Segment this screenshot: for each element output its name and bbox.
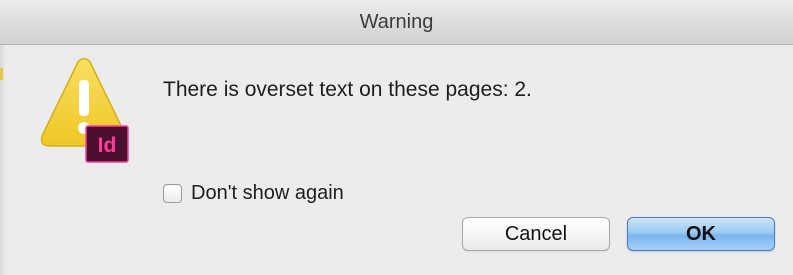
warning-triangle-icon: Id xyxy=(40,57,129,163)
warning-message: There is overset text on these pages: 2. xyxy=(163,78,532,101)
dont-show-again-row[interactable]: Don't show again xyxy=(163,181,344,205)
window-title: Warning xyxy=(359,11,434,33)
background-edge-mark xyxy=(0,68,3,80)
badge-text: Id xyxy=(98,134,117,157)
title-bar[interactable]: Warning xyxy=(0,0,793,45)
warning-dialog: Warning Id There is overset text on thes… xyxy=(0,0,793,275)
dont-show-again-label[interactable]: Don't show again xyxy=(191,182,344,205)
ok-button[interactable]: OK xyxy=(627,217,775,251)
cancel-button[interactable]: Cancel xyxy=(462,217,610,251)
dont-show-again-checkbox[interactable] xyxy=(163,183,182,203)
